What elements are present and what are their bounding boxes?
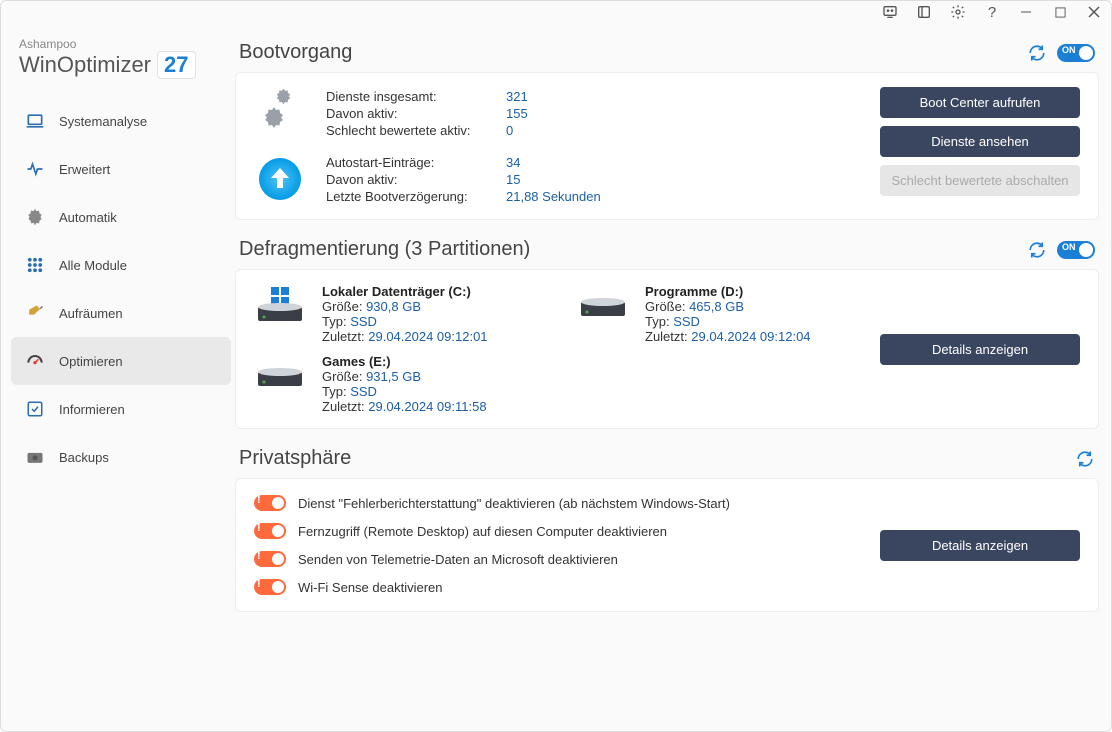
stat-value: 0 — [506, 123, 626, 138]
privacy-item: ! Dienst "Fehlerberichterstattung" deakti… — [254, 489, 870, 517]
gears-icon — [254, 87, 306, 139]
services-button[interactable]: Dienste ansehen — [880, 126, 1080, 157]
sidebar-item-label: Automatik — [59, 210, 117, 225]
stat-value: 321 — [506, 89, 626, 104]
gear-icon[interactable] — [949, 3, 967, 21]
sidebar-item-alle-module[interactable]: Alle Module — [11, 241, 231, 289]
section-defrag: Defragmentierung (3 Partitionen) ON Loka… — [235, 238, 1099, 429]
brand-company: Ashampoo — [19, 37, 223, 51]
privacy-title: Privatsphäre — [239, 447, 351, 470]
brand-version: 27 — [157, 51, 195, 79]
boot-refresh-icon[interactable] — [1027, 43, 1047, 63]
section-boot: Bootvorgang ON Dienste — [235, 41, 1099, 220]
sidebar-item-aufraeumen[interactable]: Aufräumen — [11, 289, 231, 337]
maximize-icon[interactable] — [1051, 3, 1069, 21]
sidebar-item-automatik[interactable]: Automatik — [11, 193, 231, 241]
privacy-details-button[interactable]: Details anzeigen — [880, 530, 1080, 561]
sidebar-item-backups[interactable]: Backups — [11, 433, 231, 481]
stat-value: 34 — [506, 155, 626, 170]
drive-icon — [577, 288, 629, 328]
stat-label: Schlecht bewertete aktiv: — [326, 123, 506, 138]
privacy-toggle[interactable]: ! — [254, 579, 286, 595]
privacy-toggle[interactable]: ! — [254, 523, 286, 539]
stat-value: 21,88 Sekunden — [506, 189, 626, 204]
defrag-details-button[interactable]: Details anzeigen — [880, 334, 1080, 365]
main-content: Bootvorgang ON Dienste — [231, 23, 1111, 731]
sidebar-item-label: Backups — [59, 450, 109, 465]
privacy-toggle[interactable]: ! — [254, 551, 286, 567]
titlebar: ? — [1, 1, 1111, 23]
drive-item: Programme (D:)Größe: 465,8 GBTyp: SSDZul… — [577, 284, 870, 344]
drive-item: Games (E:)Größe: 931,5 GBTyp: SSDZuletzt… — [254, 354, 547, 414]
notes-icon[interactable] — [915, 3, 933, 21]
camera-icon — [25, 447, 45, 467]
grid-icon — [25, 255, 45, 275]
sidebar-item-label: Aufräumen — [59, 306, 123, 321]
defrag-toggle[interactable]: ON — [1057, 241, 1095, 259]
gear-grey-icon — [25, 207, 45, 227]
gauge-icon — [25, 351, 45, 371]
sidebar-item-optimieren[interactable]: Optimieren — [11, 337, 231, 385]
sidebar-item-label: Systemanalyse — [59, 114, 147, 129]
minimize-icon[interactable] — [1017, 3, 1035, 21]
checkbox-icon — [25, 399, 45, 419]
stat-label: Autostart-Einträge: — [326, 155, 506, 170]
section-privacy: Privatsphäre ! Dienst "Fehlerberichtersta… — [235, 447, 1099, 612]
stat-label: Davon aktiv: — [326, 106, 506, 121]
privacy-toggle[interactable]: ! — [254, 495, 286, 511]
drive-icon — [254, 288, 306, 328]
sidebar-item-systemanalyse[interactable]: Systemanalyse — [11, 97, 231, 145]
boot-title: Bootvorgang — [239, 41, 352, 64]
boot-toggle[interactable]: ON — [1057, 44, 1095, 62]
drive-name: Lokaler Datenträger (C:) — [322, 284, 488, 299]
drive-icon — [254, 358, 306, 398]
sidebar: Ashampoo WinOptimizer 27 Systemanalyse E… — [1, 23, 231, 731]
privacy-item-label: Senden von Telemetrie-Daten an Microsoft… — [298, 552, 618, 567]
stat-value: 155 — [506, 106, 626, 121]
arrow-up-circle-icon — [254, 153, 306, 205]
privacy-item-label: Dienst "Fehlerberichterstattung" deaktiv… — [298, 496, 730, 511]
defrag-title: Defragmentierung (3 Partitionen) — [239, 238, 530, 261]
drive-name: Programme (D:) — [645, 284, 811, 299]
boot-center-button[interactable]: Boot Center aufrufen — [880, 87, 1080, 118]
stat-value: 15 — [506, 172, 626, 187]
privacy-item: ! Senden von Telemetrie-Daten an Microsof… — [254, 545, 870, 573]
broom-icon — [25, 303, 45, 323]
feedback-icon[interactable] — [881, 3, 899, 21]
sidebar-item-label: Alle Module — [59, 258, 127, 273]
stat-label: Letzte Bootverzögerung: — [326, 189, 506, 204]
privacy-item: ! Wi-Fi Sense deaktivieren — [254, 573, 870, 601]
privacy-item-label: Fernzugriff (Remote Desktop) auf diesen … — [298, 524, 667, 539]
sidebar-item-erweitert[interactable]: Erweitert — [11, 145, 231, 193]
sidebar-item-informieren[interactable]: Informieren — [11, 385, 231, 433]
drive-name: Games (E:) — [322, 354, 487, 369]
help-icon[interactable]: ? — [983, 3, 1001, 21]
pulse-icon — [25, 159, 45, 179]
sidebar-item-label: Erweitert — [59, 162, 110, 177]
defrag-refresh-icon[interactable] — [1027, 240, 1047, 260]
sidebar-item-label: Informieren — [59, 402, 125, 417]
drive-item: Lokaler Datenträger (C:)Größe: 930,8 GBT… — [254, 284, 547, 344]
stat-label: Davon aktiv: — [326, 172, 506, 187]
disable-bad-button: Schlecht bewertete abschalten — [880, 165, 1080, 196]
sidebar-item-label: Optimieren — [59, 354, 123, 369]
privacy-item-label: Wi-Fi Sense deaktivieren — [298, 580, 443, 595]
laptop-icon — [25, 111, 45, 131]
privacy-refresh-icon[interactable] — [1075, 449, 1095, 469]
privacy-item: ! Fernzugriff (Remote Desktop) auf diesen… — [254, 517, 870, 545]
close-icon[interactable] — [1085, 3, 1103, 21]
brand-product: WinOptimizer — [19, 52, 151, 78]
stat-label: Dienste insgesamt: — [326, 89, 506, 104]
brand: Ashampoo WinOptimizer 27 — [11, 33, 231, 97]
